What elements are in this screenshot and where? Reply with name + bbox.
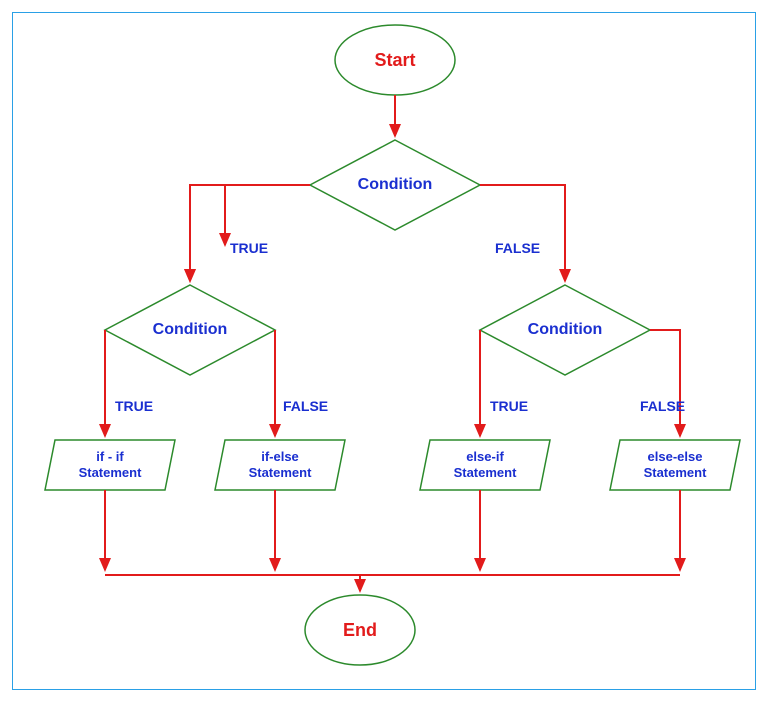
right-condition-diamond xyxy=(480,285,650,375)
stmt-else-if xyxy=(420,440,550,490)
end-terminal xyxy=(305,595,415,665)
start-terminal xyxy=(335,25,455,95)
top-condition-diamond xyxy=(310,140,480,230)
flowchart-svg xyxy=(0,0,768,702)
left-condition-diamond xyxy=(105,285,275,375)
arrow-top-to-right xyxy=(480,185,565,281)
flowchart-canvas: Start Condition Condition Condition TRUE… xyxy=(0,0,768,702)
arrow-top-to-left xyxy=(190,185,310,281)
stmt-if-if xyxy=(45,440,175,490)
stmt-else-else xyxy=(610,440,740,490)
arrow-top-left-h xyxy=(225,185,310,245)
stmt-if-else xyxy=(215,440,345,490)
arrow-right-false xyxy=(650,330,680,436)
